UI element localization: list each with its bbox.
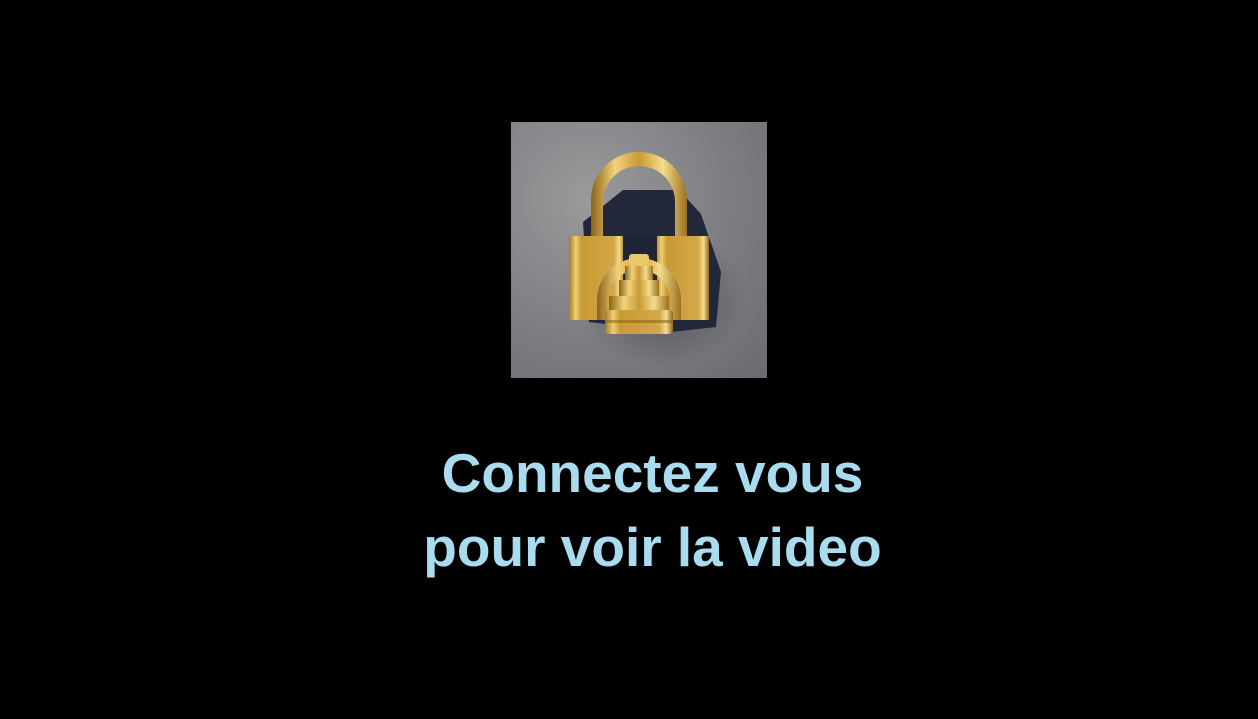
login-prompt-line2: pour voir la video: [423, 516, 882, 578]
login-prompt-text: Connectez vous pour voir la video: [0, 436, 1258, 584]
login-prompt-line1: Connectez vous: [441, 442, 864, 504]
login-required-overlay: Connectez vous pour voir la video: [0, 0, 1258, 719]
padlock-icon: [569, 152, 746, 367]
padlock-image: [511, 122, 767, 378]
